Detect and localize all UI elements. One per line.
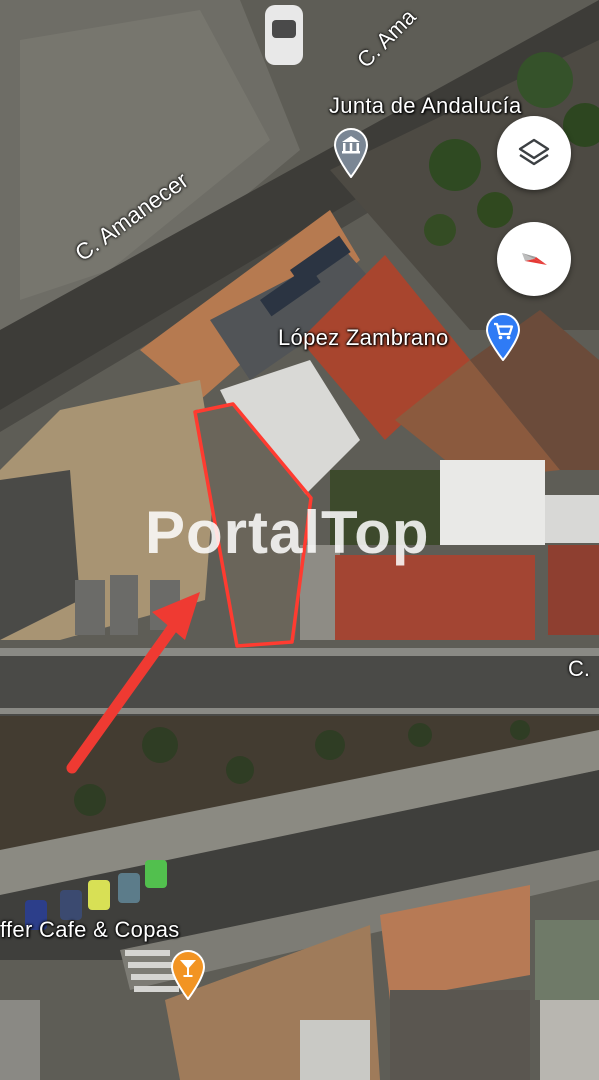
poi-marker-lopez[interactable] — [485, 313, 521, 362]
poi-label-cafe[interactable]: ffer Cafe & Copas — [0, 917, 180, 943]
poi-label-junta[interactable]: Junta de Andalucía — [329, 93, 522, 119]
layers-button[interactable] — [497, 116, 571, 190]
street-label-right: C. — [568, 656, 590, 681]
poi-marker-cafe[interactable] — [170, 950, 206, 1001]
watermark-text: PortalTop — [145, 499, 430, 566]
shopping-cart-icon — [485, 313, 521, 362]
cocktail-glass-icon — [170, 950, 206, 1001]
compass-button[interactable] — [497, 222, 571, 296]
compass-icon — [522, 253, 547, 265]
poi-label-lopez[interactable]: López Zambrano — [278, 325, 449, 351]
poi-marker-junta[interactable] — [333, 128, 369, 179]
government-building-icon — [333, 128, 369, 179]
layers-icon — [518, 138, 550, 166]
